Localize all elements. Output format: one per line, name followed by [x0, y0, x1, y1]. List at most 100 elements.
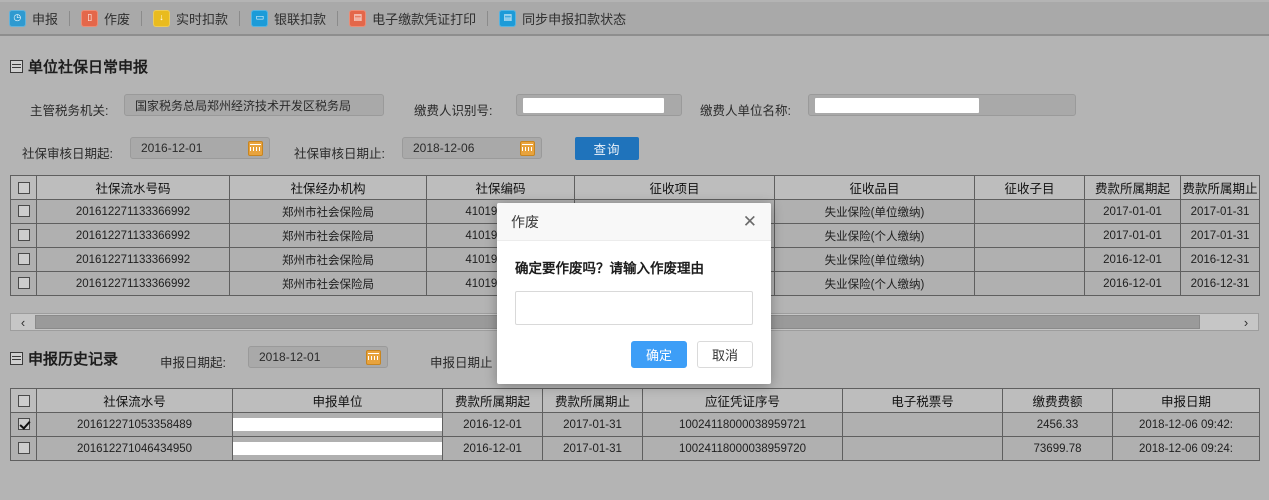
row-checkbox[interactable] [17, 229, 30, 242]
row-checkbox[interactable] [17, 253, 30, 266]
row-select-cell[interactable] [10, 412, 37, 437]
table-cell-agency: 郑州市社会保险局 [229, 247, 427, 272]
table-cell-amount: 73699.78 [1002, 436, 1113, 461]
table-cell-category: 失业保险(单位缴纳) [774, 199, 975, 224]
calendar-icon[interactable] [248, 140, 263, 156]
table-cell-subitem [974, 223, 1085, 248]
table-cell-period_start: 2016-12-01 [1084, 271, 1181, 296]
table-row[interactable]: 201612271053358489 2016-12-01 2017-01-31 10… [10, 412, 1260, 437]
row-select-cell[interactable] [10, 436, 37, 461]
calendar-icon[interactable] [520, 140, 535, 156]
scroll-right-arrow[interactable]: › [1234, 314, 1258, 330]
toolbar-button-label: 同步申报扣款状态 [522, 11, 627, 27]
confirm-button[interactable]: 确定 [631, 341, 687, 368]
table-row[interactable]: 201612271046434950 2016-12-01 2017-01-31 10… [10, 436, 1260, 461]
audit-date-end-label: 社保审核日期止: [294, 147, 385, 161]
list-icon [10, 352, 23, 365]
clock-icon: ◷ [9, 9, 26, 27]
payer-name-redaction [815, 97, 979, 113]
toolbar-button-5[interactable]: ▤ 电子缴款凭证打印 [340, 2, 485, 34]
row-select-cell[interactable] [10, 271, 37, 296]
printer-icon: ▤ [349, 9, 367, 27]
audit-date-start-field[interactable]: 2016-12-01 [130, 137, 270, 159]
row-select-cell[interactable] [10, 247, 37, 272]
table-cell-voucher_no: 10024118000038959720 [642, 436, 843, 461]
toolbar-separator [487, 10, 489, 26]
column-header: 社保编码 [426, 175, 575, 200]
column-header: 征收品目 [774, 175, 975, 200]
payer-name-field[interactable] [808, 94, 1076, 116]
toolbar-button-1[interactable]: ◷ 申报 [0, 2, 67, 34]
table-cell-serial: 201612271133366992 [36, 271, 230, 296]
table-cell-unit [232, 436, 443, 461]
payer-id-field[interactable] [516, 94, 682, 116]
column-header: 费款所属期起 [442, 388, 543, 413]
table-cell-serial: 201612271133366992 [36, 199, 230, 224]
toolbar-separator [141, 10, 143, 26]
toolbar-separator [337, 10, 339, 26]
table-cell-declare_date: 2018-12-06 09:42: [1112, 412, 1260, 437]
row-checkbox[interactable] [17, 418, 30, 431]
declare-date-start-field[interactable]: 2018-12-01 [248, 346, 388, 368]
column-header: 缴费费额 [1002, 388, 1113, 413]
history-table-wrapper: 社保流水号 申报单位 费款所属期起 费款所属期止 应征凭证序号 电子税票号 缴费费额 申报日期… [10, 388, 1260, 461]
cancel-button[interactable]: 取消 [697, 341, 753, 368]
toolbar-button-4[interactable]: ▭ 银联扣款 [242, 2, 335, 34]
audit-date-start-label: 社保审核日期起: [22, 147, 113, 161]
void-reason-input[interactable] [515, 291, 753, 325]
column-header: 征收项目 [574, 175, 775, 200]
table-cell-period_end: 2016-12-31 [1180, 247, 1260, 272]
table-cell-amount: 2456.33 [1002, 412, 1113, 437]
table-cell-period_start: 2016-12-01 [442, 436, 543, 461]
table-cell-agency: 郑州市社会保险局 [229, 199, 427, 224]
modal-title: 作废 [511, 213, 539, 230]
section-header-history: 申报历史记录 [10, 348, 118, 369]
authority-field[interactable]: 国家税务总局郑州经济技术开发区税务局 [124, 94, 384, 116]
row-checkbox[interactable] [17, 277, 30, 290]
table-cell-voucher_no: 10024118000038959721 [642, 412, 843, 437]
table-cell-declare_date: 2018-12-06 09:24: [1112, 436, 1260, 461]
table-header-row: 社保流水号 申报单位 费款所属期起 费款所属期止 应征凭证序号 电子税票号 缴费费额 申报日期 [10, 388, 1260, 413]
close-icon[interactable]: ✕ [743, 213, 757, 230]
payer-id-label: 缴费人识别号: [414, 104, 493, 118]
query-button[interactable]: 查询 [575, 137, 639, 160]
table-cell-serial: 201612271133366992 [36, 247, 230, 272]
table-cell-agency: 郑州市社会保险局 [229, 271, 427, 296]
calendar-icon[interactable] [366, 349, 381, 365]
declare-date-start-label: 申报日期起: [160, 356, 226, 370]
toolbar-button-2[interactable]: ▯ 作废 [72, 2, 139, 34]
row-select-cell[interactable] [10, 223, 37, 248]
column-header: 申报单位 [232, 388, 443, 413]
row-checkbox[interactable] [17, 205, 30, 218]
table-cell-serial: 201612271053358489 [36, 412, 233, 437]
row-select-cell[interactable] [10, 199, 37, 224]
row-checkbox[interactable] [17, 442, 30, 455]
modal-message: 确定要作废吗？请输入作废理由 [515, 261, 704, 276]
toolbar-separator [239, 10, 241, 26]
scroll-left-arrow[interactable]: ‹ [11, 314, 35, 330]
column-header: 申报日期 [1112, 388, 1260, 413]
toolbar-button-3[interactable]: ↓ 实时扣款 [144, 2, 237, 34]
audit-date-end-field[interactable]: 2018-12-06 [402, 137, 542, 159]
column-header: 费款所属期起 [1084, 175, 1181, 200]
table-cell-period_end: 2017-01-31 [542, 412, 643, 437]
card-icon: ▭ [251, 9, 269, 27]
table-cell-period_start: 2016-12-01 [1084, 247, 1181, 272]
table-cell-subitem [974, 271, 1085, 296]
select-all-header[interactable] [10, 175, 37, 200]
declare-date-end-label: 申报日期止 [430, 356, 493, 370]
select-all-checkbox[interactable] [17, 395, 30, 408]
table-cell-category: 失业保险(个人缴纳) [774, 223, 975, 248]
authority-value: 国家税务总局郑州经济技术开发区税务局 [135, 98, 352, 113]
column-header: 社保流水号码 [36, 175, 230, 200]
table-header-row: 社保流水号码 社保经办机构 社保编码 征收项目 征收品目 征收子目 费款所属期起 费款所属期止 [10, 175, 1260, 200]
download-icon: ↓ [153, 9, 171, 27]
table-cell-tax_receipt_no [842, 412, 1003, 437]
section1-title: 单位社保日常申报 [28, 59, 149, 76]
select-all-header[interactable] [10, 388, 37, 413]
table-cell-category: 失业保险(个人缴纳) [774, 271, 975, 296]
toolbar-button-label: 电子缴款凭证打印 [372, 11, 477, 27]
select-all-checkbox[interactable] [17, 182, 30, 195]
toolbar-button-6[interactable]: ▤ 同步申报扣款状态 [490, 2, 635, 34]
toolbar-button-label: 实时扣款 [176, 11, 229, 27]
